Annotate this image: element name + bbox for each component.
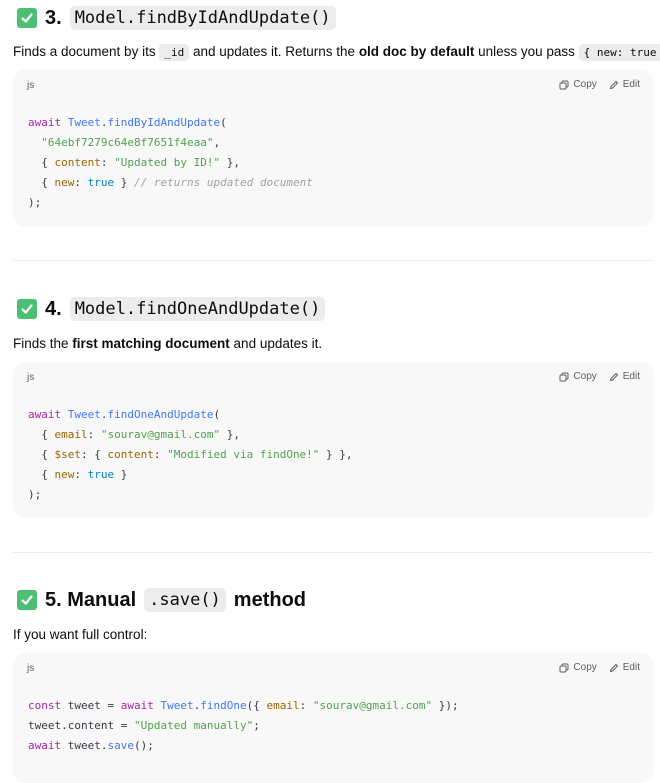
code-language-label: js	[27, 372, 35, 383]
section-4-heading-code: Model.findOneAndUpdate()	[69, 297, 326, 321]
section-4-description: Finds the first matching document and up…	[13, 336, 323, 351]
section-3-heading: 3. Model.findByIdAndUpdate()	[17, 5, 336, 31]
inline-code: _id	[159, 44, 190, 61]
code-content: await Tweet.findByIdAndUpdate( "64ebf727…	[28, 116, 313, 209]
section-divider	[13, 260, 653, 261]
section-divider	[13, 552, 653, 553]
inline-code: { new: true }	[578, 44, 660, 61]
section-5-number: 5. Manual	[45, 588, 137, 611]
copy-button[interactable]: Copy	[559, 79, 597, 90]
section-3-description: Finds a document by its _id and updates …	[13, 44, 660, 61]
section-3-number: 3.	[45, 6, 62, 29]
pencil-icon	[609, 663, 618, 672]
code-block-4: js Copy Edit await Tweet.findOneAndUpdat…	[13, 362, 653, 518]
copy-button[interactable]: Copy	[559, 371, 597, 382]
section-4-heading: 4. Model.findOneAndUpdate()	[17, 296, 326, 322]
checkmark-icon	[17, 590, 37, 610]
code-content: const tweet = await Tweet.findOne({ emai…	[28, 699, 459, 752]
section-4-number: 4.	[45, 297, 62, 320]
copy-button[interactable]: Copy	[559, 662, 597, 673]
copy-icon	[559, 372, 569, 381]
copy-icon	[559, 663, 569, 672]
code-block-5: js Copy Edit const tweet = await Tweet.f…	[13, 653, 653, 783]
code-block-3: js Copy Edit await Tweet.findByIdAndUpda…	[13, 70, 653, 226]
section-5-heading: 5. Manual .save() method	[17, 587, 306, 613]
code-content: await Tweet.findOneAndUpdate( { email: "…	[28, 408, 353, 501]
checkmark-icon	[17, 8, 37, 28]
edit-button[interactable]: Edit	[609, 371, 640, 382]
checkmark-icon	[17, 299, 37, 319]
section-5-heading-post: method	[233, 588, 307, 611]
pencil-icon	[609, 80, 618, 89]
copy-icon	[559, 80, 569, 89]
edit-button[interactable]: Edit	[609, 79, 640, 90]
code-language-label: js	[27, 80, 35, 91]
section-3-heading-code: Model.findByIdAndUpdate()	[69, 6, 336, 30]
code-language-label: js	[27, 663, 35, 674]
edit-button[interactable]: Edit	[609, 662, 640, 673]
pencil-icon	[609, 372, 618, 381]
section-5-description: If you want full control:	[13, 627, 148, 642]
section-5-heading-code: .save()	[144, 588, 226, 612]
